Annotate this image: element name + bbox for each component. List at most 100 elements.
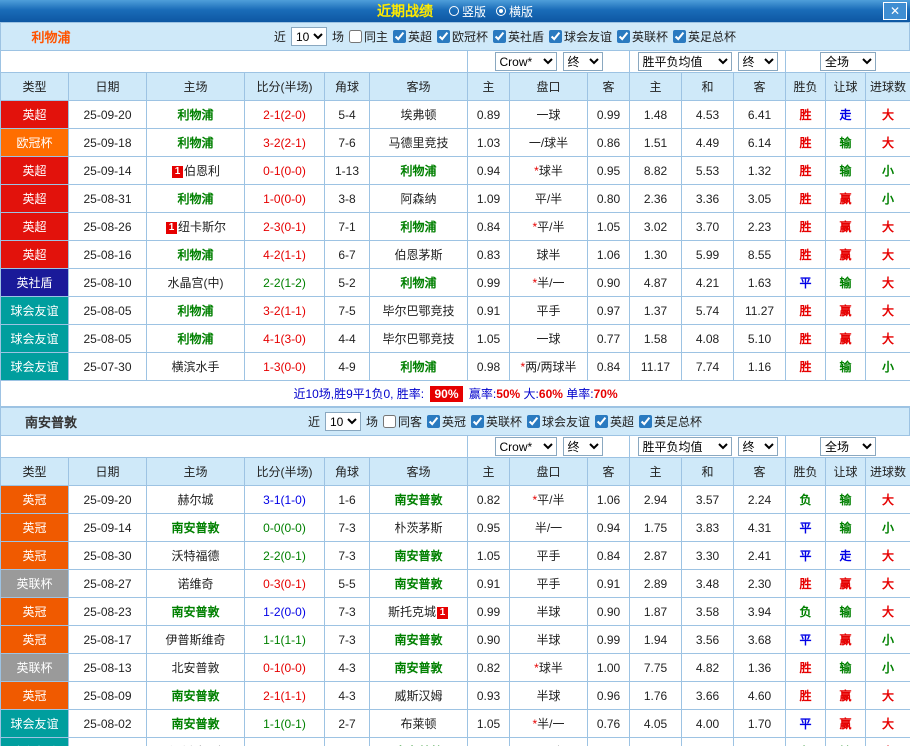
- avg-odds-select[interactable]: 胜平负均值: [637, 52, 732, 71]
- table-row: 英联杯 25-08-27 诺维奇 0-3(0-1) 5-5 南安普敦 0.91 平手 0.91 2…: [0, 569, 910, 598]
- corners-cell: 5-5: [324, 569, 370, 598]
- corners-cell: 4-3: [324, 653, 370, 682]
- games-count-select[interactable]: 10: [290, 27, 327, 46]
- table-row: 英超 25-08-31 利物浦 1-0(0-0) 3-8 阿森纳 1.09 平/半 0.80 2.…: [0, 184, 910, 213]
- league-filter[interactable]: 英足总杯: [639, 413, 702, 430]
- asian-home-odds: 0.91: [467, 296, 510, 325]
- team-section: 南安普敦近 10 场同客 英冠 英联杯 球会友谊 英超 英足总杯 Crow* 终胜平负均值终全场类…: [0, 407, 910, 746]
- league-filter[interactable]: 英足总杯: [673, 28, 736, 45]
- home-team: 利物浦: [146, 296, 245, 325]
- euro-away-odds: 2.30: [732, 569, 787, 598]
- handicap-cell: 半/一: [509, 513, 588, 542]
- league-filter[interactable]: 英社盾: [493, 28, 544, 45]
- league-filter-checkbox[interactable]: [639, 415, 653, 428]
- score-cell: 2-3(0-1): [244, 212, 325, 241]
- company-select[interactable]: Crow*: [494, 437, 557, 456]
- win-rate-badge: 90%: [430, 386, 463, 402]
- layout-option-vertical[interactable]: 竖版: [448, 3, 486, 20]
- league-filter-checkbox[interactable]: [471, 415, 484, 428]
- league-filter-checkbox[interactable]: [436, 30, 450, 43]
- goals-result-cell: 大: [865, 485, 910, 514]
- table-row: 英冠 25-08-17 伊普斯维奇 1-1(1-1) 7-3 南安普敦 0.90 半球 0.99…: [0, 625, 910, 654]
- column-header: 角球: [324, 72, 370, 101]
- corners-cell: 3-0: [324, 737, 370, 746]
- radio-icon: [448, 6, 459, 16]
- league-badge: 英超: [0, 240, 69, 269]
- company-select[interactable]: Crow*: [494, 52, 557, 71]
- company-state-select[interactable]: 终: [562, 437, 603, 456]
- euro-home-odds: 1.58: [629, 324, 682, 353]
- section-header: 利物浦 近 10 场 同主 英超 欧冠杯 英社盾 球会友谊 英联杯 英足总杯: [0, 22, 910, 50]
- league-filter[interactable]: 同主: [348, 28, 388, 45]
- league-filter-checkbox[interactable]: [348, 30, 362, 43]
- avg-odds-select[interactable]: 胜平负均值: [637, 437, 732, 456]
- handicap-cell: *两/两球半: [509, 352, 588, 381]
- column-header: 日期: [68, 457, 147, 486]
- league-filter-checkbox[interactable]: [426, 415, 440, 428]
- away-team-name: 南安普敦: [394, 661, 443, 675]
- avg-state-select[interactable]: 终: [737, 437, 778, 456]
- asian-home-odds: 1.06: [467, 737, 510, 746]
- league-filter[interactable]: 英冠: [426, 413, 466, 430]
- league-filter[interactable]: 英联杯: [471, 413, 522, 430]
- league-filter[interactable]: 英超: [595, 413, 634, 430]
- asian-away-odds: 0.94: [587, 513, 630, 542]
- asian-home-odds: 0.99: [467, 268, 510, 297]
- table-row: 英超 25-09-20 利物浦 2-1(2-0) 5-4 埃弗顿 0.89 一球 0.99 1.4…: [0, 100, 910, 129]
- handicap-result-cell: 赢: [825, 709, 867, 738]
- red-card-badge: 1: [165, 222, 177, 234]
- league-filter-checkbox[interactable]: [527, 415, 541, 428]
- asian-home-odds: 1.03: [467, 128, 510, 157]
- match-date: 25-08-31: [68, 184, 147, 213]
- league-badge: 英联杯: [0, 569, 69, 598]
- column-header: 客: [732, 72, 787, 101]
- league-filter-checkbox[interactable]: [382, 415, 396, 428]
- handicap-result-cell: 输: [825, 156, 867, 185]
- company-state-select[interactable]: 终: [562, 52, 603, 71]
- league-filter-checkbox[interactable]: [673, 30, 687, 43]
- avg-state-select[interactable]: 终: [737, 52, 778, 71]
- close-button[interactable]: ✕: [883, 2, 907, 20]
- asian-home-odds: 0.90: [467, 625, 510, 654]
- league-filter-checkbox[interactable]: [595, 415, 609, 428]
- league-filter[interactable]: 球会友谊: [549, 28, 612, 45]
- layout-option-vertical-label: 竖版: [461, 4, 486, 19]
- home-team-name: 利物浦: [177, 192, 214, 206]
- corners-cell: 7-3: [324, 625, 370, 654]
- score-cell: 2-1(1-1): [244, 681, 325, 710]
- games-count-select[interactable]: 10: [324, 412, 361, 431]
- euro-away-odds: 3.94: [732, 597, 787, 626]
- league-filter-checkbox[interactable]: [617, 30, 631, 43]
- outcome-cell: 平: [785, 268, 827, 297]
- handicap-cell: 平手: [509, 296, 588, 325]
- asian-away-odds: 0.97: [587, 296, 630, 325]
- scope-select[interactable]: 全场: [820, 52, 877, 71]
- layout-option-horizontal[interactable]: 横版: [496, 3, 533, 20]
- league-filter-checkbox[interactable]: [549, 30, 563, 43]
- euro-draw-odds: 4.53: [681, 100, 734, 129]
- score-cell: 4-2(1-1): [244, 240, 325, 269]
- league-filter[interactable]: 同客: [382, 413, 422, 430]
- away-team-name: 毕尔巴鄂竞技: [382, 304, 455, 318]
- handicap-result-cell: 赢: [825, 296, 867, 325]
- column-header: 比分(半场): [244, 72, 325, 101]
- league-filter[interactable]: 欧冠杯: [436, 28, 488, 45]
- home-team: 利物浦: [146, 324, 245, 353]
- home-team-name: 横滨水手: [171, 360, 220, 374]
- handicap-cell: 一球: [509, 100, 588, 129]
- league-filter[interactable]: 英超: [392, 28, 432, 45]
- scope-select[interactable]: 全场: [820, 437, 877, 456]
- column-header: 主: [467, 457, 510, 486]
- league-filter[interactable]: 英联杯: [617, 28, 668, 45]
- league-filter-checkbox[interactable]: [392, 30, 406, 43]
- summary-stat-value: 70%: [593, 387, 618, 401]
- goals-result-cell: 大: [865, 268, 910, 297]
- corners-cell: 1-13: [324, 156, 370, 185]
- league-filter-label: 同主: [363, 30, 388, 44]
- summary-row: 近10场,胜9平1负0, 胜率: 90% 赢率:50% 大:60% 单率:70%: [0, 380, 910, 407]
- euro-draw-odds: 4.82: [681, 653, 734, 682]
- league-filter-checkbox[interactable]: [493, 30, 506, 43]
- league-filter[interactable]: 球会友谊: [527, 413, 590, 430]
- euro-away-odds: 4.60: [732, 681, 787, 710]
- euro-home-odds: 3.02: [629, 212, 682, 241]
